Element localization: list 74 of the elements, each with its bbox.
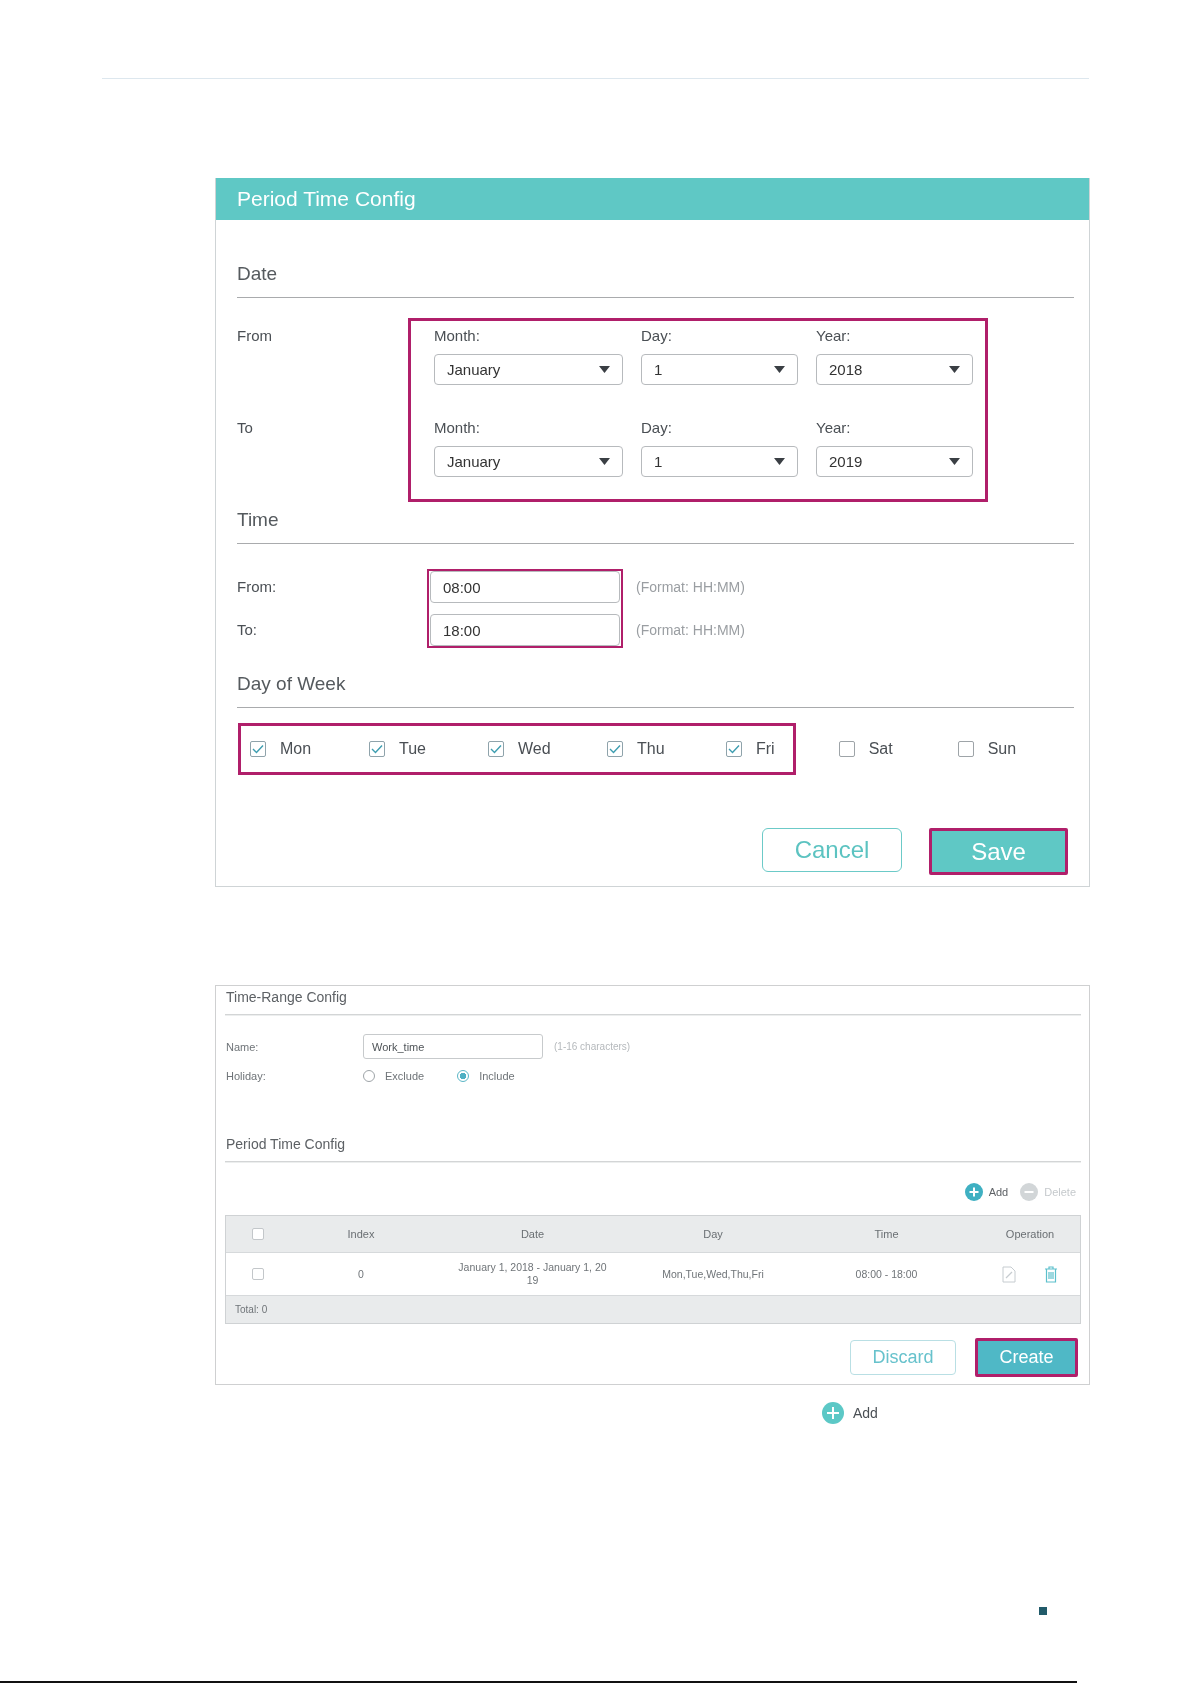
table-cell: 08:00 - 18:00 bbox=[855, 1267, 918, 1281]
caret-icon bbox=[774, 458, 785, 465]
radio-button[interactable] bbox=[363, 1070, 375, 1082]
section-heading: Period Time Config bbox=[226, 1136, 346, 1152]
square-icon bbox=[1039, 1607, 1047, 1615]
day-label: Mon bbox=[280, 740, 312, 758]
column-header: Time bbox=[874, 1228, 899, 1240]
dialog-title: Period Time Config bbox=[237, 186, 416, 212]
dropdown[interactable]: 2019 bbox=[816, 446, 973, 477]
checkbox[interactable] bbox=[250, 741, 266, 757]
checkbox[interactable] bbox=[369, 741, 385, 757]
column-header: Operation bbox=[1005, 1228, 1055, 1240]
field-label: Holiday: bbox=[226, 1070, 267, 1082]
row-label: From bbox=[237, 327, 272, 344]
day-label: Fri bbox=[756, 740, 775, 758]
add-icon bbox=[822, 1402, 844, 1424]
checkbox[interactable] bbox=[252, 1228, 264, 1240]
format-hint: (Format: HH:MM) bbox=[636, 579, 745, 595]
column-header: Date bbox=[520, 1228, 545, 1240]
dropdown[interactable]: January bbox=[434, 446, 623, 477]
radio-label: Include bbox=[479, 1070, 515, 1082]
minus-icon bbox=[1020, 1183, 1039, 1201]
checkbox[interactable] bbox=[838, 741, 855, 757]
day-label: Sun bbox=[987, 740, 1017, 758]
radio-label: Exclude bbox=[385, 1070, 425, 1082]
day-label: Thu bbox=[637, 740, 665, 758]
day-label: Wed bbox=[518, 740, 551, 758]
checkbox[interactable] bbox=[607, 741, 623, 757]
row-label: From: bbox=[237, 577, 277, 597]
column-header: Index bbox=[347, 1228, 375, 1240]
section-heading: Time-Range Config bbox=[226, 989, 347, 1005]
dropdown[interactable]: 1 bbox=[641, 354, 798, 385]
time-field[interactable]: 08:00 bbox=[430, 571, 620, 603]
row-label: To bbox=[237, 419, 253, 436]
caret-icon bbox=[599, 366, 610, 373]
table-cell-text: January 1, 2018 - January 1, 2019 bbox=[457, 1261, 608, 1287]
radio-button[interactable] bbox=[457, 1070, 470, 1082]
caret-icon bbox=[774, 366, 785, 373]
trash-icon[interactable] bbox=[1044, 1265, 1058, 1283]
format-hint: (Format: HH:MM) bbox=[636, 622, 745, 638]
field-label: Year: bbox=[816, 419, 851, 437]
section-heading: Time bbox=[237, 509, 279, 530]
field-label: Day: bbox=[641, 419, 672, 437]
checkbox[interactable] bbox=[957, 741, 974, 757]
dropdown[interactable]: January bbox=[434, 354, 623, 385]
field-label: Year: bbox=[816, 327, 851, 345]
legend-label: Add bbox=[853, 1405, 878, 1421]
field-label: Name: bbox=[226, 1040, 260, 1053]
column-header: Day bbox=[703, 1228, 723, 1240]
name-field[interactable]: Work_time bbox=[363, 1034, 543, 1059]
caret-icon bbox=[949, 458, 960, 465]
add-button[interactable]: Add bbox=[964, 1182, 1009, 1202]
dropdown[interactable]: 2018 bbox=[816, 354, 973, 385]
edit-icon[interactable] bbox=[1002, 1265, 1016, 1283]
checkbox[interactable] bbox=[252, 1268, 264, 1280]
time-field[interactable]: 18:00 bbox=[430, 614, 620, 646]
day-label: Sat bbox=[868, 740, 893, 758]
table-cell: 0 bbox=[358, 1267, 364, 1281]
caret-icon bbox=[599, 458, 610, 465]
checkbox[interactable] bbox=[726, 741, 742, 757]
row-label: To: bbox=[237, 620, 257, 640]
section-heading: Date bbox=[237, 263, 278, 284]
dropdown[interactable]: 1 bbox=[641, 446, 798, 477]
add-icon bbox=[964, 1183, 983, 1201]
section-heading: Day of Week bbox=[237, 673, 346, 694]
field-label: Month: bbox=[434, 419, 480, 437]
day-label: Tue bbox=[399, 740, 426, 758]
table-cell: Mon,Tue,Wed,Thu,Fri bbox=[662, 1267, 764, 1281]
field-label: Month: bbox=[434, 327, 480, 345]
field-label: Day: bbox=[641, 327, 672, 345]
checkbox[interactable] bbox=[488, 741, 504, 757]
field-hint: (1-16 characters) bbox=[554, 1041, 631, 1052]
caret-icon bbox=[949, 366, 960, 373]
table-footer: Total: 0 bbox=[235, 1304, 268, 1315]
